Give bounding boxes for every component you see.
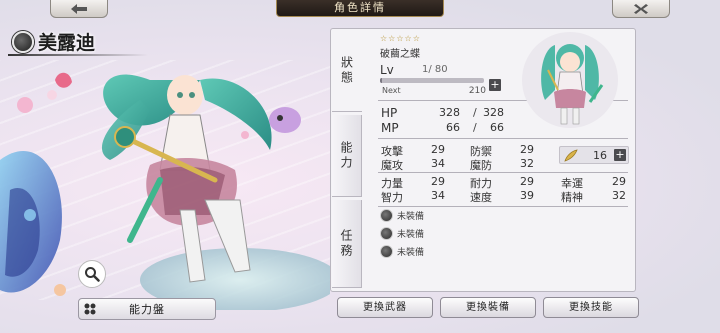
mp-max: 66 [490, 121, 504, 134]
stat-value: 39 [520, 189, 534, 202]
tab-status[interactable]: 狀態 [332, 30, 362, 112]
magnifier-icon [85, 267, 100, 282]
level-progress-fill [380, 78, 383, 83]
ability-board-icon [79, 298, 101, 320]
stat-value: 29 [612, 175, 626, 188]
stat-value: 32 [520, 157, 534, 170]
level-value: 1/ 80 [422, 64, 448, 75]
hp-max: 328 [483, 106, 504, 119]
change-gear-button[interactable]: 更換裝備 [440, 297, 536, 318]
element-icon [12, 30, 34, 53]
skill-slot[interactable]: 未裝備 [380, 245, 424, 258]
stat-value: 34 [431, 189, 445, 202]
back-button[interactable] [50, 0, 108, 18]
weapon-slot-label: 未裝備 [397, 212, 425, 222]
character-name-box: 美露迪 [12, 28, 95, 55]
stat-value: 34 [431, 157, 445, 170]
stat-label: 魔攻 [381, 159, 403, 172]
mp-separator: / [473, 121, 477, 134]
stat-label: 精神 [561, 191, 583, 204]
armor-slot-label: 未裝備 [397, 230, 425, 240]
stat-label: 魔防 [470, 159, 492, 172]
weapon-slot-icon [380, 209, 393, 222]
hp-label: HP [381, 106, 398, 120]
rarity-stars: ☆☆☆☆☆ [380, 34, 421, 43]
ability-board-button[interactable]: 能力盤 [78, 298, 216, 320]
mp-label: MP [381, 121, 399, 135]
page-title: 角色詳情 [276, 0, 444, 17]
character-title: 破繭之蝶 [380, 49, 420, 60]
back-arrow-icon [71, 3, 87, 14]
skill-points-value: 16 [593, 149, 607, 162]
armor-slot-icon [380, 227, 393, 240]
stat-label: 速度 [470, 191, 492, 204]
top-bar: 角色詳情 [0, 0, 720, 18]
armor-slot[interactable]: 未裝備 [380, 227, 424, 240]
name-underline [8, 54, 148, 56]
feather-icon [564, 149, 578, 162]
level-up-button[interactable]: + [489, 79, 501, 91]
character-artwork [0, 72, 330, 310]
stat-value: 29 [431, 143, 445, 156]
skill-slot-icon [380, 245, 393, 258]
stat-value: 29 [431, 175, 445, 188]
next-value: 210 [468, 86, 486, 96]
divider [378, 206, 628, 207]
skill-slot-label: 未裝備 [397, 248, 425, 258]
level-progress-bar [380, 78, 484, 83]
divider [378, 172, 628, 173]
next-label: Next [382, 86, 401, 95]
stat-label: 智力 [381, 191, 403, 204]
hp-separator: / [473, 106, 477, 119]
chibi-figure [522, 32, 618, 128]
zoom-button[interactable] [78, 260, 106, 288]
skill-points-plus-button[interactable]: + [614, 149, 626, 161]
tab-task[interactable]: 任務 [332, 200, 362, 288]
change-skill-button[interactable]: 更換技能 [543, 297, 639, 318]
close-icon [634, 3, 648, 14]
character-name: 美露迪 [38, 32, 96, 54]
change-weapon-button[interactable]: 更換武器 [337, 297, 433, 318]
ability-board-label: 能力盤 [129, 303, 165, 316]
divider [378, 138, 628, 139]
side-tabs: 狀態 能力 任務 [332, 30, 362, 290]
close-button[interactable] [612, 0, 670, 18]
level-label: Lv [380, 63, 394, 77]
stat-value: 29 [520, 143, 534, 156]
stat-value: 29 [520, 175, 534, 188]
mp-current: 66 [446, 121, 460, 134]
hp-current: 328 [439, 106, 460, 119]
tab-ability[interactable]: 能力 [332, 115, 362, 197]
next-exp-row: Next 210 [382, 86, 486, 96]
weapon-slot[interactable]: 未裝備 [380, 209, 424, 222]
level-row: Lv 1/ 80 [380, 63, 500, 77]
stat-value: 32 [612, 189, 626, 202]
